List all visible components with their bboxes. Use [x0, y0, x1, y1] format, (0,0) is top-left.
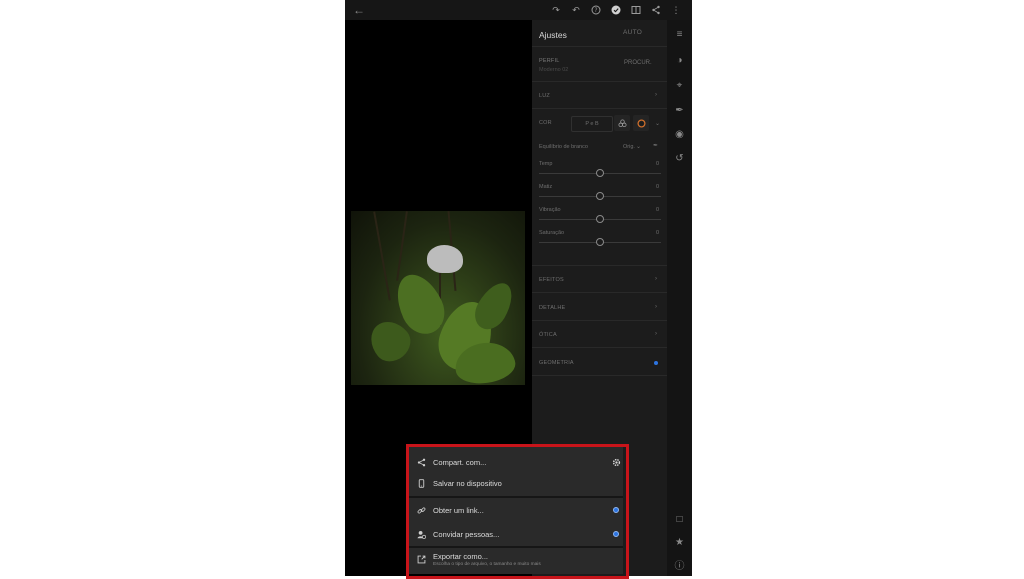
- crop-icon[interactable]: ⌖: [674, 80, 685, 91]
- star-icon[interactable]: ★: [674, 537, 685, 548]
- tint-value: 0: [656, 184, 660, 190]
- redo-icon[interactable]: ↷: [546, 0, 566, 20]
- comment-icon[interactable]: □: [674, 514, 685, 525]
- color-grading-icon[interactable]: [633, 115, 649, 131]
- geometry-section-header[interactable]: GEOMETRIA: [539, 360, 574, 366]
- share-sheet: Compart. com... Salvar no dispositivo Ob…: [409, 447, 623, 574]
- get-link-item[interactable]: Obter um link...: [409, 505, 623, 525]
- gear-icon[interactable]: [612, 458, 621, 467]
- auto-button[interactable]: AUTO: [623, 29, 642, 36]
- profile-label: PERFIL: [539, 58, 560, 64]
- compare-icon[interactable]: [626, 0, 646, 20]
- photo-preview: [351, 211, 525, 385]
- toolbar-actions: ↷ ↶ ? ⋮: [546, 0, 686, 20]
- vibrance-label: Vibração: [539, 207, 561, 213]
- share-icon: [417, 458, 426, 467]
- eyedropper-icon[interactable]: ✒: [653, 142, 658, 149]
- effects-section-header[interactable]: EFEITOS: [539, 277, 564, 283]
- optics-section-header[interactable]: ÓTICA: [539, 332, 557, 338]
- saturation-label: Saturação: [539, 230, 565, 236]
- save-to-device-item[interactable]: Salvar no dispositivo: [409, 478, 623, 498]
- phone-icon: [417, 479, 426, 488]
- chevron-right-icon: ›: [655, 92, 657, 98]
- share-icon[interactable]: [646, 0, 666, 20]
- color-section-header[interactable]: COR: [539, 120, 552, 126]
- temp-value: 0: [656, 161, 660, 167]
- saturation-slider-knob[interactable]: [596, 238, 604, 246]
- color-mixer-icon[interactable]: [614, 115, 630, 131]
- history-icon[interactable]: ↺: [674, 153, 685, 164]
- light-section-header[interactable]: LUZ: [539, 93, 550, 99]
- temp-slider-knob[interactable]: [596, 169, 604, 177]
- masking-icon[interactable]: ◉: [674, 129, 685, 140]
- premium-badge-icon: [613, 507, 619, 513]
- browse-profiles-button[interactable]: PROCUR.: [624, 60, 652, 66]
- vibrance-value: 0: [656, 207, 660, 213]
- tool-rail: ≡ ◑ ⌖ ✒ ◉ ↺ □ ★ ⓘ: [667, 20, 692, 576]
- detail-section-header[interactable]: DETALHE: [539, 305, 565, 311]
- bw-button[interactable]: P e B: [571, 116, 613, 132]
- check-circle-icon[interactable]: [606, 0, 626, 20]
- wb-chevron-down-icon: ⌄: [636, 144, 642, 150]
- sliders-icon[interactable]: ≡: [674, 29, 685, 40]
- detail-chevron-icon: ›: [655, 304, 657, 310]
- calla-flower: [427, 245, 463, 273]
- export-icon: [417, 555, 426, 564]
- presets-icon[interactable]: ◑: [674, 55, 685, 66]
- saturation-value: 0: [656, 230, 660, 236]
- link-icon: [417, 506, 426, 515]
- get-link-label: Obter um link...: [433, 506, 484, 515]
- share-with-item[interactable]: Compart. com...: [409, 457, 623, 477]
- invite-people-label: Convidar pessoas...: [433, 530, 500, 539]
- share-with-label: Compart. com...: [433, 458, 487, 467]
- premium-badge-icon: [654, 361, 658, 365]
- top-toolbar: ← ↷ ↶ ? ⋮: [345, 0, 692, 20]
- invite-people-icon: [417, 530, 426, 539]
- save-to-device-label: Salvar no dispositivo: [433, 479, 502, 488]
- optics-chevron-icon: ›: [655, 331, 657, 337]
- more-vertical-icon[interactable]: ⋮: [666, 0, 686, 20]
- profile-value: Moderno 02: [539, 67, 569, 73]
- white-balance-label: Equilíbrio de branco: [539, 144, 588, 150]
- info-icon[interactable]: ⓘ: [674, 561, 685, 572]
- export-as-hint: Escolha o tipo de arquivo, o tamanho e m…: [433, 562, 541, 567]
- back-arrow-icon[interactable]: ←: [353, 3, 367, 17]
- undo-icon[interactable]: ↶: [566, 0, 586, 20]
- temp-label: Temp: [539, 161, 553, 167]
- premium-badge-icon: [613, 531, 619, 537]
- export-as-item[interactable]: Exportar como... Escolha o tipo de arqui…: [409, 552, 623, 572]
- tint-slider-knob[interactable]: [596, 192, 604, 200]
- tint-label: Matiz: [539, 184, 553, 190]
- chevron-down-icon[interactable]: ⌄: [655, 120, 660, 127]
- help-icon[interactable]: ?: [586, 0, 606, 20]
- white-balance-select[interactable]: Orig.: [623, 144, 635, 150]
- effects-chevron-icon: ›: [655, 276, 657, 282]
- vibrance-slider-knob[interactable]: [596, 215, 604, 223]
- panel-title: Ajustes: [539, 30, 567, 40]
- healing-brush-icon[interactable]: ✒: [674, 105, 685, 116]
- svg-text:?: ?: [594, 7, 597, 14]
- export-as-label: Exportar como...: [433, 552, 489, 561]
